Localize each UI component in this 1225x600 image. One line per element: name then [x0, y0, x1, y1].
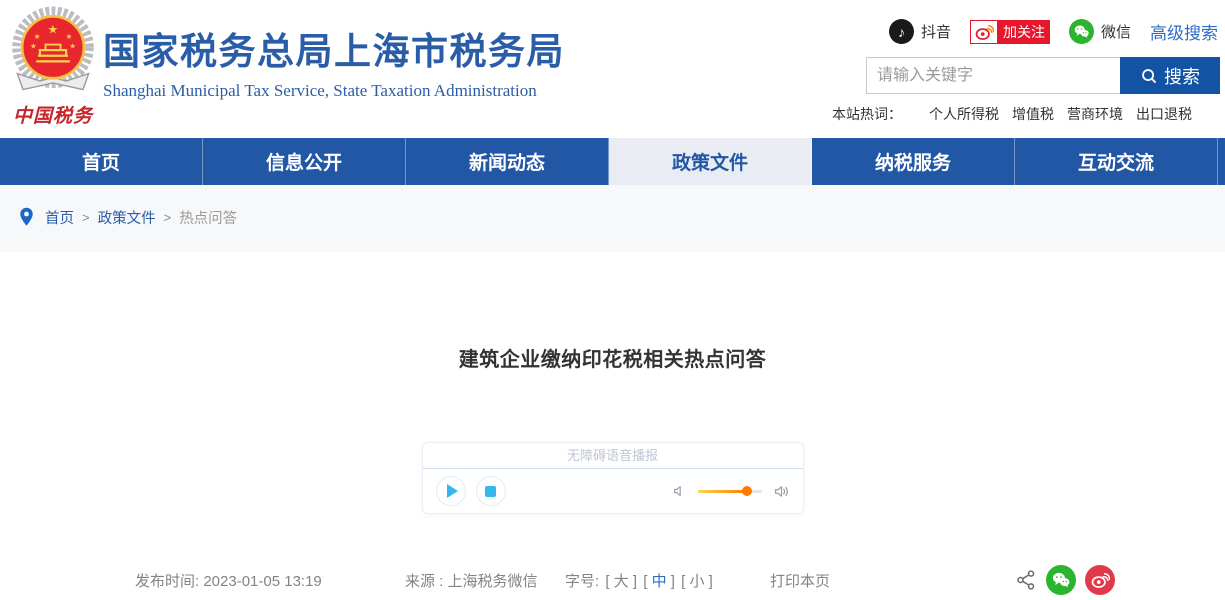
volume-slider[interactable] — [697, 486, 762, 496]
wechat-icon — [1068, 19, 1094, 44]
breadcrumb-home[interactable]: 首页 — [45, 207, 74, 228]
breadcrumb: 首页 > 政策文件 > 热点问答 — [18, 206, 237, 228]
share-weibo-button[interactable] — [1085, 565, 1115, 595]
search-icon — [1142, 68, 1157, 83]
nav-item-interaction[interactable]: 互动交流 — [1015, 138, 1218, 185]
nav-item-tax-services[interactable]: 纳税服务 — [812, 138, 1015, 185]
share-wechat-button[interactable] — [1046, 565, 1076, 595]
font-size-large-label: 大 — [613, 573, 629, 590]
site-header: ★ ★ ★ ★ ★ 中国税务 国家税务总局上海市税务局 Shanghai Mun… — [0, 0, 1225, 138]
stop-icon — [485, 485, 496, 497]
main-nav: 首页 信息公开 新闻动态 政策文件 纳税服务 互动交流 — [0, 138, 1225, 185]
wechat-link[interactable]: 微信 — [1068, 19, 1131, 44]
wechat-label: 微信 — [1100, 24, 1131, 41]
font-size-switcher: 字号: [ 大 ] [ 中 ] [ 小 ] — [565, 570, 713, 591]
search-input[interactable] — [866, 57, 1120, 94]
breadcrumb-current: 热点问答 — [179, 210, 238, 227]
wechat-icon — [1052, 572, 1070, 588]
play-icon — [447, 484, 458, 498]
weibo-icon — [969, 19, 998, 44]
logo-caption: 中国税务 — [12, 105, 93, 127]
article-meta: 发布时间: 2023-01-05 13:19 来源 : 上海税务微信 字号: [… — [110, 565, 1115, 595]
weibo-follow-label: 加关注 — [997, 19, 1050, 44]
breadcrumb-policy-documents[interactable]: 政策文件 — [98, 207, 156, 228]
publish-time-value: 2023-01-05 13:19 — [203, 573, 322, 590]
svg-text:★: ★ — [34, 32, 41, 41]
font-size-medium-label: 中 — [651, 573, 667, 590]
audio-player-controls — [423, 469, 803, 513]
nav-filler — [1218, 138, 1225, 185]
search-button[interactable]: 搜索 — [1120, 57, 1220, 94]
source: 来源 : 上海税务微信 — [405, 570, 538, 591]
breadcrumb-bar: 首页 > 政策文件 > 热点问答 — [0, 185, 1225, 252]
svg-text:★: ★ — [69, 41, 76, 50]
font-size-large[interactable]: [ 大 ] — [605, 573, 637, 590]
audio-player-title: 无障碍语音播报 — [422, 443, 803, 469]
volume-thumb[interactable] — [742, 486, 753, 496]
hot-word-link[interactable]: 营商环境 — [1067, 104, 1123, 124]
volume-high-icon — [774, 485, 788, 497]
douyin-label: 抖音 — [920, 24, 951, 41]
print-page-link[interactable]: 打印本页 — [770, 570, 830, 591]
font-size-small-label: 小 — [689, 573, 705, 590]
social-row: ♪ 抖音 加关注 微信 高级搜索 — [888, 19, 1218, 44]
volume-low-icon — [673, 486, 681, 496]
search-bar: 搜索 — [866, 57, 1220, 94]
site-titles: 国家税务总局上海市税务局 Shanghai Municipal Tax Serv… — [103, 30, 565, 101]
svg-text:★: ★ — [66, 32, 73, 41]
article-title: 建筑企业缴纳印花税相关热点问答 — [458, 349, 767, 371]
hot-words: 本站热词： 个人所得税 增值税 营商环境 出口退税 — [832, 104, 1192, 124]
stop-button[interactable] — [475, 476, 506, 506]
weibo-icon — [1091, 573, 1110, 588]
nav-item-news[interactable]: 新闻动态 — [406, 138, 609, 185]
logo: ★ ★ ★ ★ ★ 中国税务 — [6, 6, 100, 128]
bracket: [ — [605, 573, 614, 590]
source-label: 来源 : — [405, 573, 444, 590]
share-icon[interactable] — [1015, 569, 1037, 591]
hot-word-link[interactable]: 增值税 — [1012, 104, 1054, 124]
bracket: ] — [666, 573, 675, 590]
publish-time: 发布时间: 2023-01-05 13:19 — [135, 570, 322, 591]
audio-player: 无障碍语音播报 — [421, 442, 804, 514]
font-size-small[interactable]: [ 小 ] — [681, 573, 713, 590]
weibo-follow-button[interactable]: 加关注 — [969, 19, 1050, 44]
site-subtitle: Shanghai Municipal Tax Service, State Ta… — [103, 81, 537, 100]
nav-item-policy-documents[interactable]: 政策文件 — [609, 138, 812, 185]
site-title: 国家税务总局上海市税务局 — [103, 31, 565, 72]
hot-word-link[interactable]: 出口退税 — [1136, 104, 1192, 124]
play-button[interactable] — [435, 476, 466, 506]
bracket: ] — [704, 573, 713, 590]
volume-fill — [697, 489, 748, 493]
tax-emblem-icon: ★ ★ ★ ★ ★ — [12, 6, 94, 91]
font-size-label: 字号: — [565, 573, 600, 590]
nav-item-home[interactable]: 首页 — [0, 138, 203, 185]
bracket: [ — [643, 573, 652, 590]
advanced-search-link[interactable]: 高级搜索 — [1150, 19, 1218, 44]
svg-text:★: ★ — [48, 22, 59, 36]
bracket: ] — [628, 573, 638, 590]
hot-words-label: 本站热词： — [832, 106, 902, 122]
douyin-icon: ♪ — [888, 19, 914, 44]
breadcrumb-separator: > — [163, 209, 172, 225]
douyin-link[interactable]: ♪ 抖音 — [888, 19, 951, 44]
nav-item-info-disclosure[interactable]: 信息公开 — [203, 138, 406, 185]
location-pin-icon — [18, 206, 35, 228]
source-value: 上海税务微信 — [447, 573, 538, 590]
share-icons — [1015, 565, 1115, 595]
publish-time-label: 发布时间: — [135, 573, 200, 590]
article: 建筑企业缴纳印花税相关热点问答 无障碍语音播报 发布时间: 2023-01-05… — [0, 252, 1225, 600]
hot-word-link[interactable]: 个人所得税 — [929, 104, 999, 124]
breadcrumb-separator: > — [82, 209, 90, 225]
font-size-medium[interactable]: [ 中 ] — [643, 573, 675, 590]
search-button-label: 搜索 — [1164, 66, 1200, 87]
page: ★ ★ ★ ★ ★ 中国税务 国家税务总局上海市税务局 Shanghai Mun… — [0, 0, 1225, 600]
svg-text:★: ★ — [30, 41, 37, 50]
